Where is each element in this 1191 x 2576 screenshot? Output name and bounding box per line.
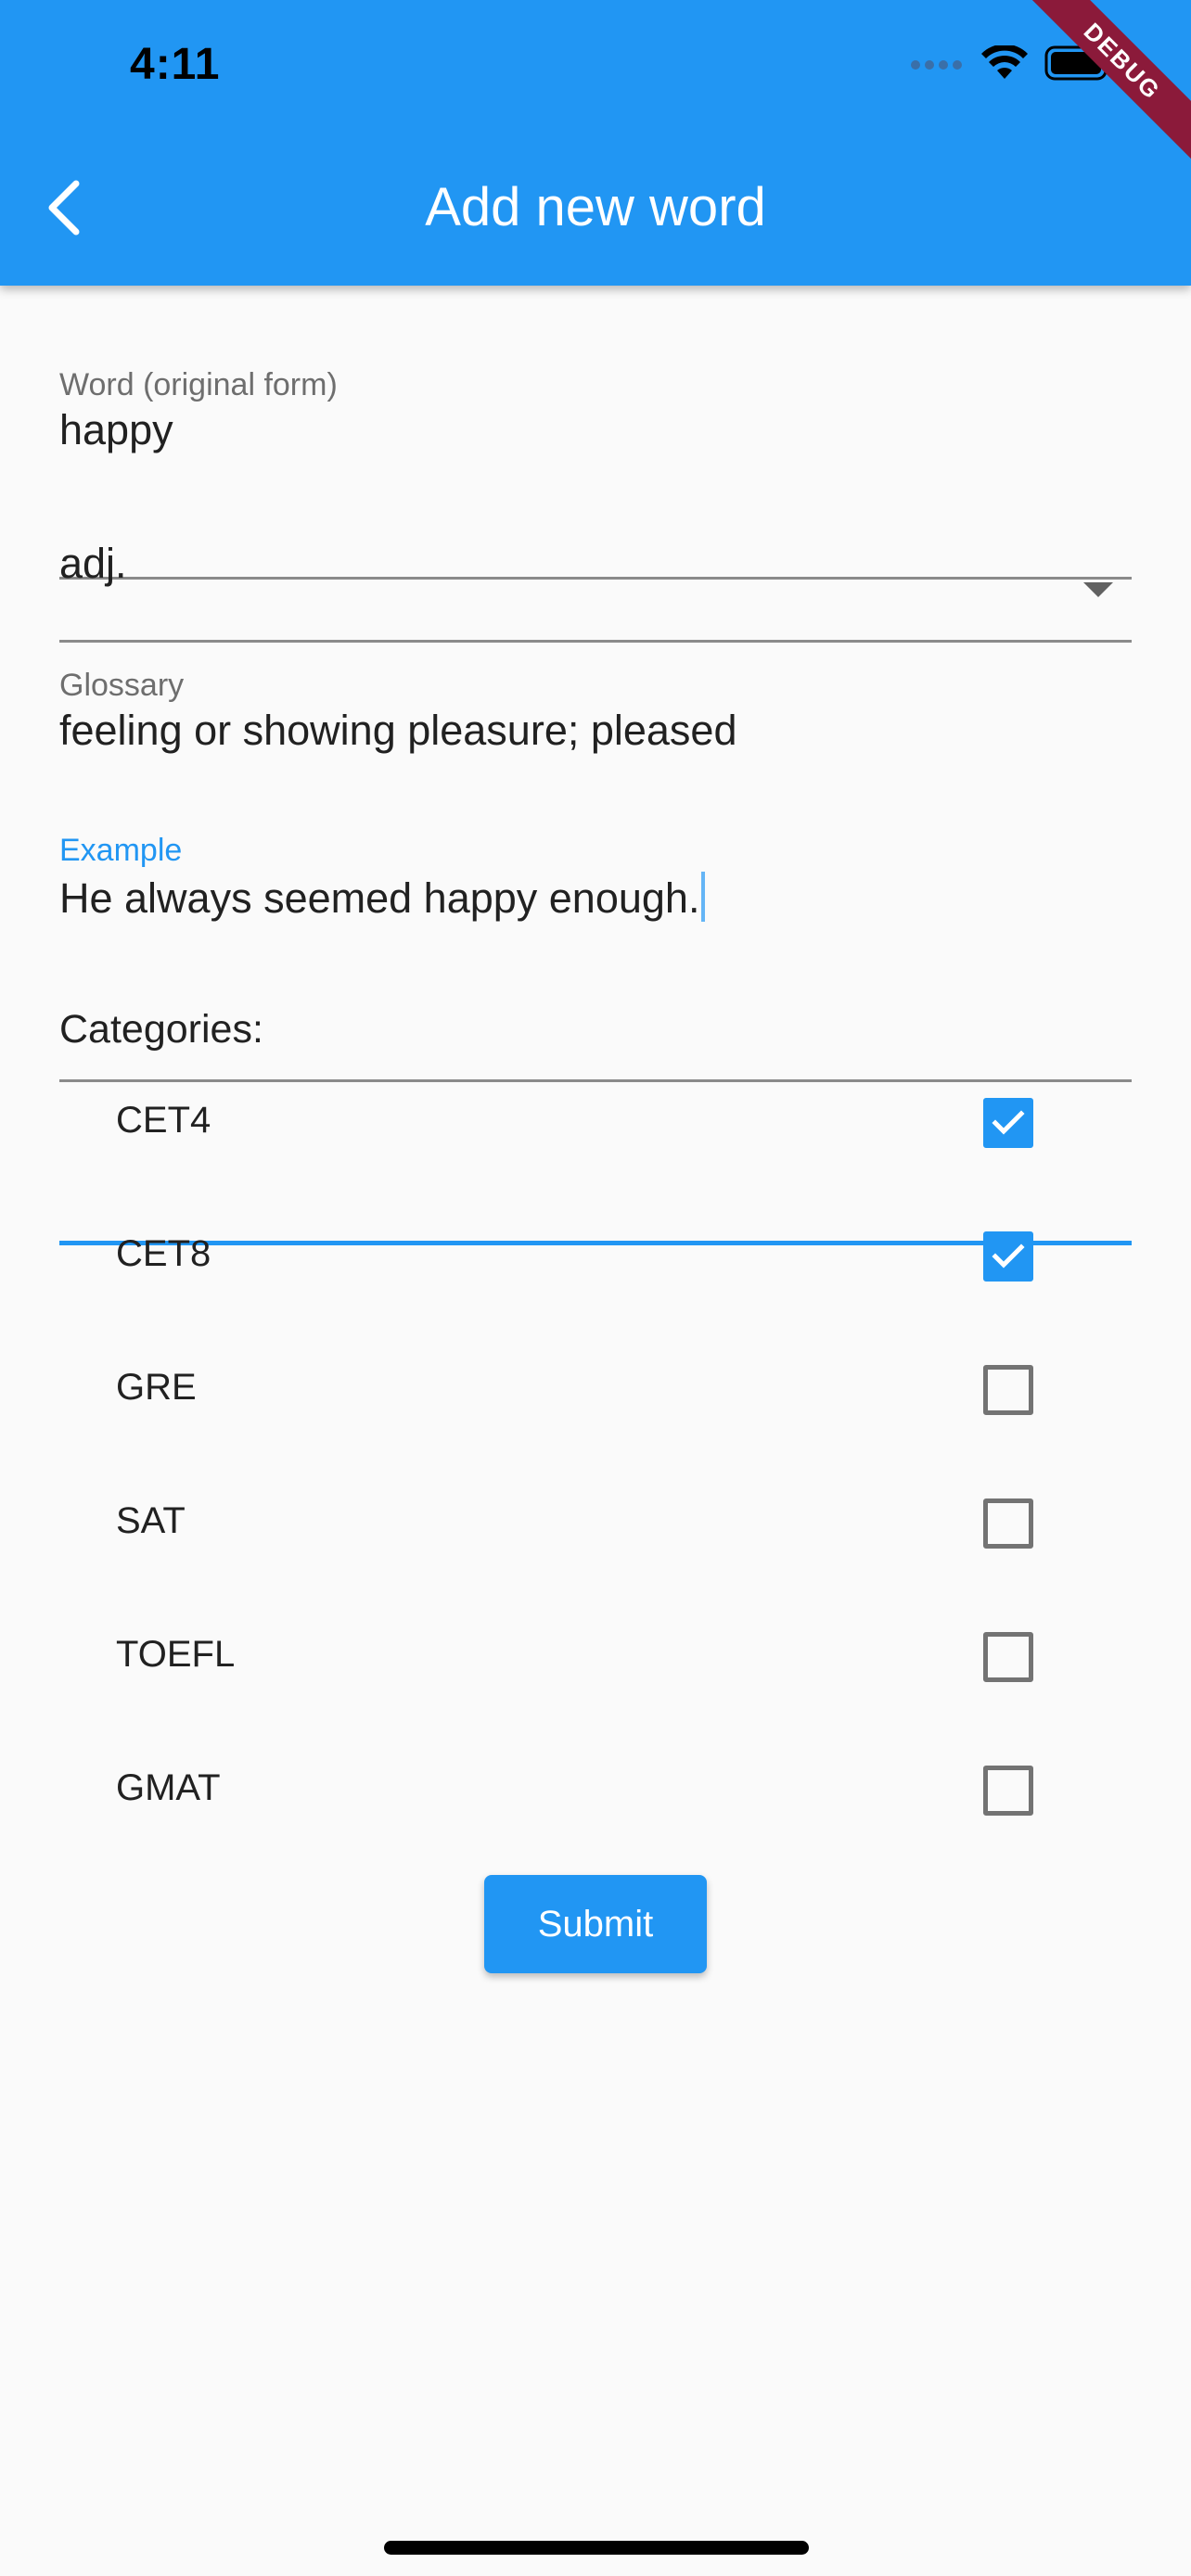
category-label: CET4: [116, 1100, 211, 1141]
glossary-field-label: Glossary: [59, 668, 185, 703]
glossary-field[interactable]: Glossary feeling or showing pleasure; pl…: [59, 668, 1132, 1082]
category-row-sat[interactable]: SAT: [59, 1458, 1132, 1591]
text-cursor: [701, 872, 706, 922]
word-field-value[interactable]: happy: [59, 406, 173, 454]
debug-label: DEBUG: [1016, 0, 1191, 168]
category-label: GRE: [116, 1367, 197, 1408]
category-checkbox[interactable]: [983, 1766, 1033, 1816]
category-row-cet8[interactable]: CET8: [59, 1191, 1132, 1324]
categories-title: Categories:: [59, 1007, 263, 1052]
example-field-text: He always seemed happy enough.: [59, 874, 700, 922]
category-label: TOEFL: [116, 1634, 236, 1675]
status-time: 4:11: [130, 40, 221, 89]
example-field[interactable]: Example He always seemed happy enough.: [59, 833, 1132, 1245]
category-label: CET8: [116, 1233, 211, 1274]
example-field-value[interactable]: He always seemed happy enough.: [59, 872, 706, 923]
category-row-gmat[interactable]: GMAT: [59, 1725, 1132, 1858]
submit-button[interactable]: Submit: [484, 1875, 707, 1973]
part-of-speech-dropdown[interactable]: adj.: [59, 540, 1132, 643]
cellular-dots-icon: [909, 57, 965, 74]
home-indicator[interactable]: [384, 2541, 809, 2555]
part-of-speech-value: adj.: [59, 540, 127, 587]
word-field[interactable]: Word (original form) happy: [59, 367, 1132, 580]
category-row-toefl[interactable]: TOEFL: [59, 1591, 1132, 1725]
category-row-cet4[interactable]: CET4: [59, 1057, 1132, 1191]
category-checkbox[interactable]: [983, 1231, 1033, 1282]
glossary-field-value[interactable]: feeling or showing pleasure; pleased: [59, 707, 736, 755]
page-title: Add new word: [425, 177, 766, 237]
category-checkbox[interactable]: [983, 1632, 1033, 1682]
category-checkbox[interactable]: [983, 1498, 1033, 1549]
category-checkbox[interactable]: [983, 1365, 1033, 1415]
dropdown-arrow-icon: [1083, 582, 1113, 597]
part-of-speech-underline: [59, 640, 1132, 643]
checkmark-icon: [992, 1110, 1025, 1135]
category-checkbox[interactable]: [983, 1098, 1033, 1148]
word-field-label: Word (original form): [59, 367, 338, 402]
category-label: GMAT: [116, 1767, 221, 1808]
category-label: SAT: [116, 1500, 186, 1541]
debug-banner: DEBUG: [1005, 0, 1191, 185]
checkmark-icon: [992, 1243, 1025, 1269]
example-field-label: Example: [59, 833, 183, 868]
category-row-gre[interactable]: GRE: [59, 1324, 1132, 1458]
